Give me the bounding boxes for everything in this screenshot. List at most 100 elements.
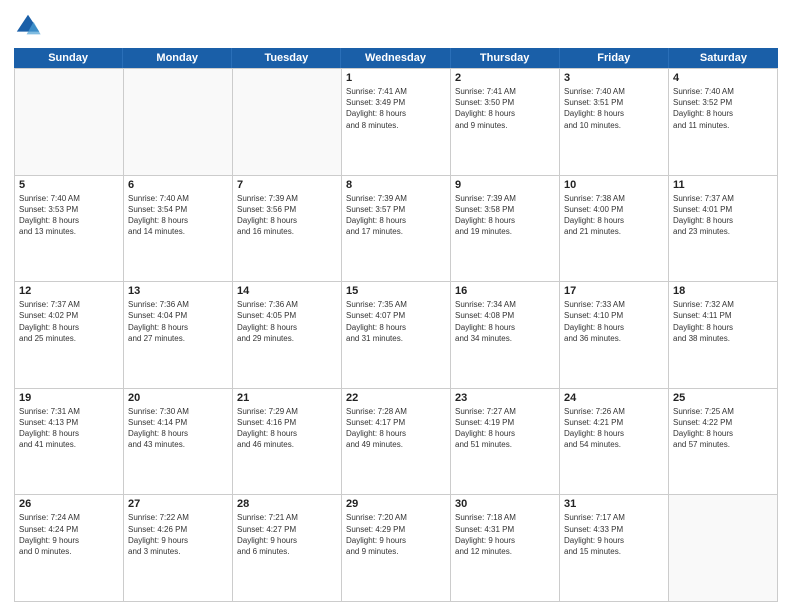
day-number: 14 <box>237 285 337 297</box>
day-number: 27 <box>128 498 228 510</box>
day-info: Sunrise: 7:37 AM Sunset: 4:02 PM Dayligh… <box>19 299 119 344</box>
day-info: Sunrise: 7:39 AM Sunset: 3:58 PM Dayligh… <box>455 193 555 238</box>
day-info: Sunrise: 7:32 AM Sunset: 4:11 PM Dayligh… <box>673 299 773 344</box>
weekday-header: Tuesday <box>232 48 341 68</box>
calendar-row: 12 Sunrise: 7:37 AM Sunset: 4:02 PM Dayli… <box>15 282 778 389</box>
day-info: Sunrise: 7:34 AM Sunset: 4:08 PM Dayligh… <box>455 299 555 344</box>
day-info: Sunrise: 7:31 AM Sunset: 4:13 PM Dayligh… <box>19 406 119 451</box>
calendar-cell: 18 Sunrise: 7:32 AM Sunset: 4:11 PM Dayli… <box>669 282 778 389</box>
day-info: Sunrise: 7:17 AM Sunset: 4:33 PM Dayligh… <box>564 512 664 557</box>
page-header <box>14 12 778 40</box>
calendar-header: SundayMondayTuesdayWednesdayThursdayFrid… <box>14 48 778 68</box>
day-number: 22 <box>346 392 446 404</box>
calendar-cell: 17 Sunrise: 7:33 AM Sunset: 4:10 PM Dayli… <box>560 282 669 389</box>
weekday-header: Sunday <box>14 48 123 68</box>
calendar-cell: 24 Sunrise: 7:26 AM Sunset: 4:21 PM Dayli… <box>560 389 669 496</box>
day-info: Sunrise: 7:20 AM Sunset: 4:29 PM Dayligh… <box>346 512 446 557</box>
day-number: 9 <box>455 179 555 191</box>
day-number: 11 <box>673 179 773 191</box>
day-number: 1 <box>346 72 446 84</box>
calendar-cell: 26 Sunrise: 7:24 AM Sunset: 4:24 PM Dayli… <box>15 495 124 602</box>
day-info: Sunrise: 7:36 AM Sunset: 4:04 PM Dayligh… <box>128 299 228 344</box>
calendar-cell: 2 Sunrise: 7:41 AM Sunset: 3:50 PM Daylig… <box>451 69 560 176</box>
calendar-cell: 30 Sunrise: 7:18 AM Sunset: 4:31 PM Dayli… <box>451 495 560 602</box>
calendar-cell: 8 Sunrise: 7:39 AM Sunset: 3:57 PM Daylig… <box>342 176 451 283</box>
calendar-cell: 10 Sunrise: 7:38 AM Sunset: 4:00 PM Dayli… <box>560 176 669 283</box>
day-info: Sunrise: 7:39 AM Sunset: 3:57 PM Dayligh… <box>346 193 446 238</box>
day-number: 17 <box>564 285 664 297</box>
day-number: 29 <box>346 498 446 510</box>
calendar-cell: 31Sunrise: 7:17 AM Sunset: 4:33 PM Dayli… <box>560 495 669 602</box>
weekday-header: Friday <box>560 48 669 68</box>
calendar-cell <box>669 495 778 602</box>
day-info: Sunrise: 7:18 AM Sunset: 4:31 PM Dayligh… <box>455 512 555 557</box>
calendar-row: 5 Sunrise: 7:40 AM Sunset: 3:53 PM Daylig… <box>15 176 778 283</box>
day-info: Sunrise: 7:41 AM Sunset: 3:49 PM Dayligh… <box>346 86 446 131</box>
weekday-header: Wednesday <box>341 48 450 68</box>
day-number: 23 <box>455 392 555 404</box>
day-info: Sunrise: 7:36 AM Sunset: 4:05 PM Dayligh… <box>237 299 337 344</box>
day-info: Sunrise: 7:40 AM Sunset: 3:53 PM Dayligh… <box>19 193 119 238</box>
day-number: 18 <box>673 285 773 297</box>
day-number: 30 <box>455 498 555 510</box>
calendar-cell <box>15 69 124 176</box>
day-info: Sunrise: 7:24 AM Sunset: 4:24 PM Dayligh… <box>19 512 119 557</box>
day-info: Sunrise: 7:22 AM Sunset: 4:26 PM Dayligh… <box>128 512 228 557</box>
day-info: Sunrise: 7:26 AM Sunset: 4:21 PM Dayligh… <box>564 406 664 451</box>
weekday-header: Monday <box>123 48 232 68</box>
calendar-cell: 21Sunrise: 7:29 AM Sunset: 4:16 PM Dayli… <box>233 389 342 496</box>
day-info: Sunrise: 7:27 AM Sunset: 4:19 PM Dayligh… <box>455 406 555 451</box>
calendar-cell: 27 Sunrise: 7:22 AM Sunset: 4:26 PM Dayli… <box>124 495 233 602</box>
day-number: 5 <box>19 179 119 191</box>
calendar-body: 1 Sunrise: 7:41 AM Sunset: 3:49 PM Daylig… <box>14 68 778 602</box>
calendar-row: 26 Sunrise: 7:24 AM Sunset: 4:24 PM Dayli… <box>15 495 778 602</box>
day-info: Sunrise: 7:37 AM Sunset: 4:01 PM Dayligh… <box>673 193 773 238</box>
calendar-cell: 19 Sunrise: 7:31 AM Sunset: 4:13 PM Dayli… <box>15 389 124 496</box>
day-number: 15 <box>346 285 446 297</box>
day-info: Sunrise: 7:21 AM Sunset: 4:27 PM Dayligh… <box>237 512 337 557</box>
calendar-cell: 15Sunrise: 7:35 AM Sunset: 4:07 PM Dayli… <box>342 282 451 389</box>
day-number: 8 <box>346 179 446 191</box>
calendar-cell: 9 Sunrise: 7:39 AM Sunset: 3:58 PM Daylig… <box>451 176 560 283</box>
calendar-cell: 20 Sunrise: 7:30 AM Sunset: 4:14 PM Dayli… <box>124 389 233 496</box>
calendar-row: 19 Sunrise: 7:31 AM Sunset: 4:13 PM Dayli… <box>15 389 778 496</box>
calendar-cell: 7 Sunrise: 7:39 AM Sunset: 3:56 PM Daylig… <box>233 176 342 283</box>
calendar-cell: 4 Sunrise: 7:40 AM Sunset: 3:52 PM Daylig… <box>669 69 778 176</box>
weekday-header: Thursday <box>451 48 560 68</box>
calendar-cell: 29 Sunrise: 7:20 AM Sunset: 4:29 PM Dayli… <box>342 495 451 602</box>
day-number: 7 <box>237 179 337 191</box>
logo <box>14 12 46 40</box>
day-number: 12 <box>19 285 119 297</box>
day-number: 28 <box>237 498 337 510</box>
calendar-cell: 13Sunrise: 7:36 AM Sunset: 4:04 PM Dayli… <box>124 282 233 389</box>
day-info: Sunrise: 7:40 AM Sunset: 3:52 PM Dayligh… <box>673 86 773 131</box>
calendar-cell <box>124 69 233 176</box>
day-info: Sunrise: 7:41 AM Sunset: 3:50 PM Dayligh… <box>455 86 555 131</box>
calendar-cell: 14 Sunrise: 7:36 AM Sunset: 4:05 PM Dayli… <box>233 282 342 389</box>
day-number: 16 <box>455 285 555 297</box>
day-number: 24 <box>564 392 664 404</box>
day-info: Sunrise: 7:40 AM Sunset: 3:51 PM Dayligh… <box>564 86 664 131</box>
calendar-cell: 23 Sunrise: 7:27 AM Sunset: 4:19 PM Dayli… <box>451 389 560 496</box>
calendar-cell: 16 Sunrise: 7:34 AM Sunset: 4:08 PM Dayli… <box>451 282 560 389</box>
day-number: 10 <box>564 179 664 191</box>
day-number: 20 <box>128 392 228 404</box>
calendar-cell: 12 Sunrise: 7:37 AM Sunset: 4:02 PM Dayli… <box>15 282 124 389</box>
day-number: 2 <box>455 72 555 84</box>
calendar-cell: 1 Sunrise: 7:41 AM Sunset: 3:49 PM Daylig… <box>342 69 451 176</box>
day-info: Sunrise: 7:33 AM Sunset: 4:10 PM Dayligh… <box>564 299 664 344</box>
day-info: Sunrise: 7:38 AM Sunset: 4:00 PM Dayligh… <box>564 193 664 238</box>
day-info: Sunrise: 7:39 AM Sunset: 3:56 PM Dayligh… <box>237 193 337 238</box>
day-number: 4 <box>673 72 773 84</box>
day-number: 19 <box>19 392 119 404</box>
calendar-cell: 22Sunrise: 7:28 AM Sunset: 4:17 PM Dayli… <box>342 389 451 496</box>
day-info: Sunrise: 7:25 AM Sunset: 4:22 PM Dayligh… <box>673 406 773 451</box>
calendar-cell: 28 Sunrise: 7:21 AM Sunset: 4:27 PM Dayli… <box>233 495 342 602</box>
calendar-cell: 3 Sunrise: 7:40 AM Sunset: 3:51 PM Daylig… <box>560 69 669 176</box>
calendar-cell <box>233 69 342 176</box>
day-info: Sunrise: 7:30 AM Sunset: 4:14 PM Dayligh… <box>128 406 228 451</box>
day-number: 3 <box>564 72 664 84</box>
day-info: Sunrise: 7:40 AM Sunset: 3:54 PM Dayligh… <box>128 193 228 238</box>
day-number: 26 <box>19 498 119 510</box>
calendar-cell: 11 Sunrise: 7:37 AM Sunset: 4:01 PM Dayli… <box>669 176 778 283</box>
